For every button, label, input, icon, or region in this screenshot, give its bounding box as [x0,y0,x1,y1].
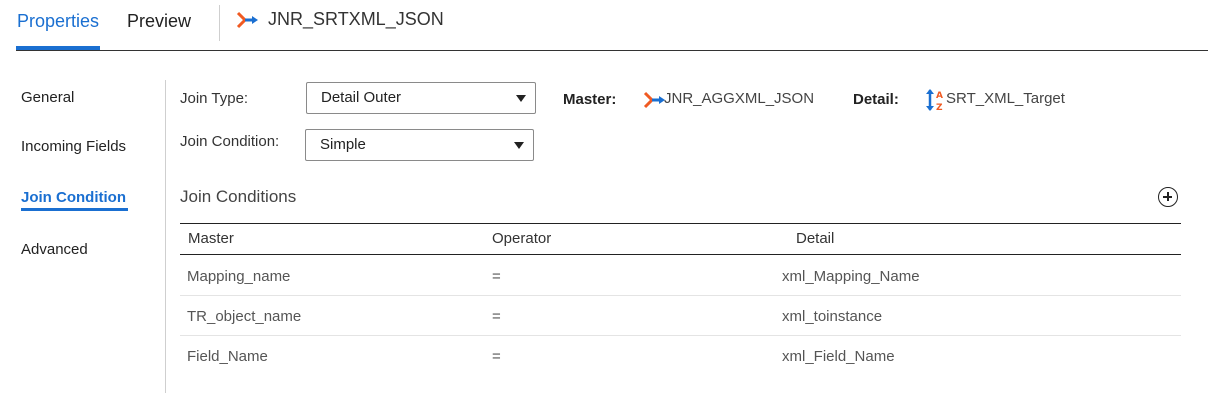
join-type-label: Join Type: [180,90,249,107]
column-header-operator: Operator [492,230,552,247]
row-detail: xml_toinstance [782,308,883,325]
tab-properties[interactable]: Properties [17,9,99,33]
table-header-rule [180,254,1181,255]
join-condition-label: Join Condition: [180,133,280,150]
detail-label: Detail: [853,91,899,108]
sidebar-item-general[interactable]: General [21,88,74,108]
transformation-name: JNR_SRTXML_JSON [268,9,444,29]
row-master: Mapping_name [187,268,291,285]
master-label: Master: [563,91,617,108]
caret-down-icon [516,95,526,102]
active-nav-indicator [21,208,128,211]
master-object-name: JNR_AGGXML_JSON [664,90,815,107]
svg-text:A: A [936,91,943,101]
row-operator: = [492,268,501,285]
header-separator [219,5,220,41]
row-master: TR_object_name [187,308,302,325]
row-detail: xml_Mapping_Name [782,268,920,285]
row-operator: = [492,308,501,325]
sidebar-item-advanced[interactable]: Advanced [21,240,88,260]
row-operator: = [492,348,501,365]
table-row[interactable]: Mapping_name = xml_Mapping_Name [180,256,1181,296]
join-type-select[interactable]: Detail Outer [306,82,536,114]
header-divider [16,50,1208,51]
tab-preview[interactable]: Preview [127,9,191,33]
joiner-icon [236,10,260,30]
row-detail: xml_Field_Name [782,348,895,365]
join-type-value: Detail Outer [321,89,402,106]
join-condition-value: Simple [320,136,366,153]
sidebar-divider [165,80,166,393]
row-master: Field_Name [187,348,268,365]
join-condition-select[interactable]: Simple [305,129,534,161]
table-row[interactable]: TR_object_name = xml_toinstance [180,296,1181,336]
table-row[interactable]: Field_Name = xml_Field_Name [180,336,1181,376]
sidebar-item-incoming-fields[interactable]: Incoming Fields [21,137,126,157]
add-circle-icon[interactable] [1158,187,1178,207]
detail-object-name: SRT_XML_Target [946,90,1065,107]
join-conditions-title: Join Conditions [180,187,297,206]
column-header-master: Master [188,230,234,247]
svg-text:Z: Z [936,103,943,112]
sidebar-item-join-condition[interactable]: Join Condition [21,188,126,208]
sorter-icon: A Z [925,88,947,113]
caret-down-icon [514,142,524,149]
table-top-rule [180,223,1181,224]
column-header-detail: Detail [796,230,835,247]
